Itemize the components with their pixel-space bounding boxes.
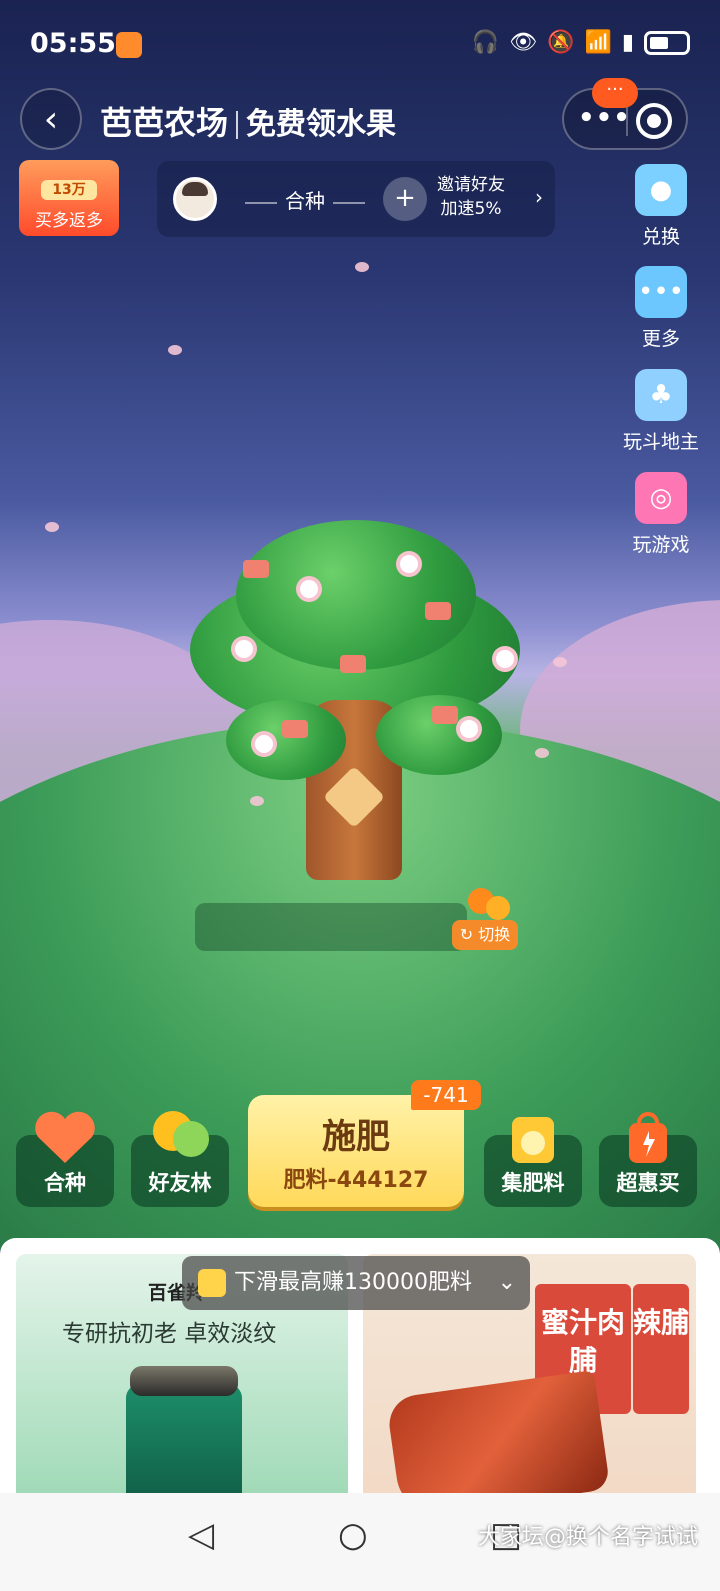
more-icon: •••: [635, 266, 687, 318]
battery-icon: [644, 30, 690, 55]
switch-label: 切换: [478, 925, 511, 944]
signal-5g-icon: ▮: [621, 30, 634, 55]
page-title: 芭芭农场 免费领水果: [100, 98, 396, 144]
nav-home-icon[interactable]: ○: [338, 1515, 368, 1555]
flower: [300, 580, 318, 598]
petal: [45, 522, 59, 532]
status-icons: 🎧 👁 🔕 📶 ▮: [472, 30, 690, 55]
invite-line1: 邀请好友: [437, 175, 505, 195]
petal: [535, 748, 549, 758]
fertilize-button[interactable]: 施肥 肥料-444127: [248, 1095, 464, 1207]
flower: [400, 555, 418, 573]
promo-amount: 13万: [41, 180, 97, 200]
side-label-more: 更多: [641, 328, 680, 350]
fruit-gift[interactable]: [432, 706, 458, 724]
scroll-tip-text: 下滑最高赚130000肥料: [234, 1270, 472, 1295]
heart-icon: [30, 1107, 100, 1167]
fertilizer-icon: [198, 1269, 226, 1297]
tree-name-bar: [195, 903, 467, 951]
flower: [255, 735, 273, 753]
status-time: 05:55: [30, 28, 116, 59]
title-separator: [236, 111, 239, 139]
side-item-doudizhu[interactable]: ♣ 玩斗地主: [616, 369, 706, 454]
side-label-exchange: 兑换: [641, 226, 680, 248]
collect-fertilizer-label: 集肥料: [501, 1171, 565, 1195]
side-label-doudizhu: 玩斗地主: [622, 431, 699, 453]
mute-icon: 🔕: [547, 30, 575, 55]
cotree-label: 合种: [237, 185, 373, 214]
chevron-left-icon: ‹: [43, 98, 59, 140]
fruit-gift[interactable]: [340, 655, 366, 673]
fertilizer-delta-badge: -741: [411, 1080, 481, 1110]
side-item-more[interactable]: ••• 更多: [616, 266, 706, 351]
promo-buy-more[interactable]: 13万 买多返多: [19, 160, 119, 236]
fertilizer-count: 肥料-444127: [283, 1168, 429, 1193]
flower: [235, 640, 253, 658]
exchange-icon: ●: [635, 164, 687, 216]
flower: [460, 720, 478, 738]
side-item-games[interactable]: ◎ 玩游戏: [616, 472, 706, 557]
back-button[interactable]: ‹: [20, 88, 82, 150]
jerky-pack-2: 辣脯: [633, 1284, 689, 1414]
friend-forest-label: 好友林: [148, 1171, 212, 1195]
chevron-down-icon: ⌄: [497, 1270, 516, 1295]
petal: [355, 262, 369, 272]
nav-back-icon[interactable]: ◁: [188, 1515, 214, 1555]
deals-button[interactable]: 超惠买: [599, 1112, 697, 1207]
petal: [168, 345, 182, 355]
club-icon: ♣: [635, 369, 687, 421]
jerky-image: [385, 1369, 611, 1498]
fruit-gift[interactable]: [282, 720, 308, 738]
deals-label: 超惠买: [616, 1171, 680, 1195]
fertilizer-bag-icon: [498, 1107, 568, 1167]
watermark: 大家坛@换个名字试试: [477, 1525, 698, 1550]
scroll-down-tip[interactable]: 下滑最高赚130000肥料 ⌄: [182, 1256, 530, 1310]
tree-canopy: [236, 520, 476, 670]
invite-line2: 加速5%: [440, 199, 502, 219]
switch-button[interactable]: ↻ 切换: [452, 920, 518, 950]
eye-icon: 👁: [509, 30, 538, 55]
tree-canopy: [226, 700, 346, 780]
system-navbar: ◁ ○ □ 大家坛@换个名字试试: [0, 1493, 720, 1591]
collect-fertilizer-button[interactable]: 集肥料: [484, 1117, 582, 1207]
header: ‹ 芭芭农场 免费领水果 ••• ···: [20, 78, 688, 150]
promo-label: 买多返多: [35, 211, 103, 231]
friend-forest-button[interactable]: 好友林: [131, 1111, 229, 1207]
gamepad-icon: ◎: [635, 472, 687, 524]
invite-plus-button[interactable]: +: [383, 177, 427, 221]
avatar[interactable]: [173, 177, 217, 221]
status-bar: 05:55 🎧 👁 🔕 📶 ▮: [30, 28, 690, 68]
fruit-gift[interactable]: [243, 560, 269, 578]
close-program-button[interactable]: [636, 103, 672, 139]
cream-jar-image: [126, 1366, 242, 1498]
chevron-right-icon: ›: [535, 185, 543, 209]
fruit-gift[interactable]: [425, 602, 451, 620]
flower: [496, 650, 514, 668]
title-text: 芭芭农场: [100, 104, 229, 142]
wifi-icon: 📶: [584, 30, 612, 55]
invite-friend-button[interactable]: 邀请好友 加速5%: [437, 173, 505, 221]
friend-bar: 合种 + 邀请好友 加速5% ›: [157, 161, 555, 237]
petal: [553, 657, 567, 667]
shopping-bag-icon: [613, 1107, 683, 1167]
side-label-games: 玩游戏: [632, 534, 690, 556]
forest-icon: [145, 1107, 215, 1167]
headphones-icon: 🎧: [471, 30, 500, 55]
notification-bubble[interactable]: ···: [592, 78, 638, 108]
product-slogan: 专研抗初老 卓效淡纹: [62, 1321, 277, 1347]
app-badge-icon: [116, 32, 142, 58]
petal: [250, 796, 264, 806]
side-item-exchange[interactable]: ● 兑换: [616, 164, 706, 249]
fertilize-label: 施肥: [322, 1117, 390, 1157]
capsule-divider: [626, 106, 628, 136]
subtitle-text: 免费领水果: [246, 107, 397, 142]
cotree-button-label: 合种: [44, 1171, 86, 1195]
cotree-button[interactable]: 合种: [16, 1111, 114, 1207]
orange-fruit-icon: [462, 888, 512, 922]
